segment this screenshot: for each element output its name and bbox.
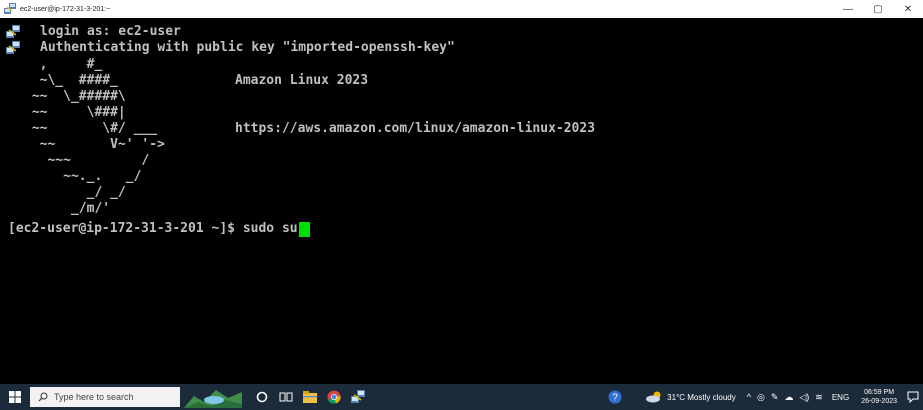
ascii-art-line: ~~ V~' '-> — [24, 137, 165, 152]
minimize-button[interactable]: — — [833, 0, 863, 18]
maximize-button[interactable]: ▢ — [863, 0, 893, 18]
banner-title: Amazon Linux 2023 — [235, 73, 369, 88]
putty-window: ec2-user@ip-172-31-3-201:~ — ▢ ✕ login a… — [0, 0, 923, 410]
language-indicator[interactable]: ENG — [832, 393, 849, 402]
search-icon — [38, 392, 48, 402]
putty-session-icon — [6, 25, 20, 38]
weather-text: 31°C Mostly cloudy — [667, 392, 736, 402]
ascii-art-line: , #_ — [24, 57, 103, 72]
ascii-art-line: _/m/' — [24, 201, 111, 216]
ascii-art-line: ~~ \###| — [24, 105, 126, 120]
pen-icon[interactable]: ✎ — [771, 392, 779, 403]
putty-taskbar-icon[interactable] — [346, 384, 370, 410]
windows-logo-icon — [9, 391, 21, 403]
chevron-up-icon[interactable]: ^ — [747, 392, 751, 402]
clock-date: 26-09-2023 — [861, 398, 897, 405]
task-view-icon[interactable] — [274, 384, 298, 410]
weather-widget[interactable]: 31°C Mostly cloudy — [645, 391, 736, 403]
file-explorer-icon[interactable] — [298, 384, 322, 410]
text-cursor — [298, 221, 310, 237]
taskbar: Type here to search ? 31°C Mostly cloudy… — [0, 384, 923, 410]
ascii-art-line: ~~._. _/ — [24, 169, 142, 184]
cortana-icon[interactable] — [250, 384, 274, 410]
weather-cloud-icon — [646, 391, 661, 403]
notification-icon[interactable] — [903, 391, 923, 403]
network-icon[interactable]: ☁ — [784, 392, 793, 403]
shell-prompt: [ec2-user@ip-172-31-3-201 ~]$ — [8, 221, 243, 236]
search-highlight-image[interactable] — [184, 386, 242, 408]
volume-icon[interactable]: ◁) — [799, 392, 809, 403]
window-controls: — ▢ ✕ — [833, 0, 923, 18]
ascii-art-line: _/ _/ — [24, 185, 126, 200]
auth-line: Authenticating with public key "imported… — [40, 40, 455, 55]
putty-session-icon — [6, 41, 20, 54]
ascii-art-line: ~~~ / — [24, 153, 150, 168]
title-bar[interactable]: ec2-user@ip-172-31-3-201:~ — ▢ ✕ — [0, 0, 923, 18]
putty-icon — [4, 3, 16, 14]
system-tray: ? 31°C Mostly cloudy ^ ◎ ✎ ☁ ◁) ≋ ENG 06… — [603, 384, 923, 410]
banner-url: https://aws.amazon.com/linux/amazon-linu… — [235, 121, 596, 136]
ascii-art-line: ~~ \#/ ___ — [24, 121, 158, 136]
help-icon[interactable]: ? — [603, 384, 627, 410]
ascii-art-line: ~~ \_#####\ — [24, 89, 126, 104]
close-button[interactable]: ✕ — [893, 0, 923, 18]
location-icon[interactable]: ◎ — [757, 392, 765, 403]
ascii-art-line: ~\_ ####_ — [24, 73, 118, 88]
typed-command: sudo su — [242, 221, 298, 236]
terminal-area[interactable]: login as: ec2-user Authenticating with p… — [0, 18, 923, 384]
clock[interactable]: 06:59 PM 26-09-2023 — [861, 388, 897, 406]
svg-text:?: ? — [612, 393, 618, 404]
login-line: login as: ec2-user — [40, 24, 181, 39]
chrome-icon[interactable] — [322, 384, 346, 410]
clock-time: 06:59 PM — [864, 389, 895, 396]
wifi-icon[interactable]: ≋ — [815, 392, 823, 403]
taskbar-search[interactable]: Type here to search — [30, 387, 180, 407]
start-button[interactable] — [0, 384, 30, 410]
command-line: [ec2-user@ip-172-31-3-201 ~]$ sudo su — [8, 221, 310, 237]
search-placeholder: Type here to search — [54, 392, 134, 402]
window-title: ec2-user@ip-172-31-3-201:~ — [20, 5, 111, 13]
